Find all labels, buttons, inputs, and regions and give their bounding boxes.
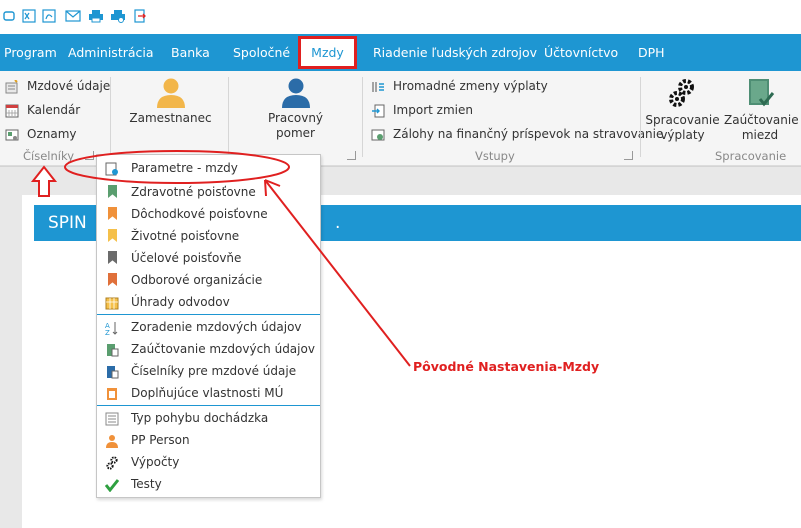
ribbon-separator xyxy=(362,77,363,157)
menu-item-vypocty[interactable]: Výpočty xyxy=(97,451,320,473)
export-icon[interactable] xyxy=(133,9,147,23)
tab-program[interactable]: Program xyxy=(4,34,57,71)
ribbon-separator xyxy=(640,77,641,157)
tab-riadenie-ludskych-zdrojov[interactable]: Riadenie ľudských zdrojov xyxy=(373,34,537,71)
payroll-data-icon xyxy=(5,79,19,94)
tab-dph[interactable]: DPH xyxy=(638,34,665,71)
menu-item-uhrady-odvodov[interactable]: Úhrady odvodov xyxy=(97,291,320,313)
ribbon: Mzdové údaje Kalendár Oznamy Číselníky Z… xyxy=(0,71,801,166)
calendar-icon xyxy=(5,104,19,118)
pracovny-pomer-launcher-icon[interactable] xyxy=(347,151,356,160)
menu-item-ciselniky-pre-mzdove-udaje[interactable]: Číselníky pre mzdové údaje xyxy=(97,360,320,382)
gears-icon xyxy=(105,455,119,470)
group-label-spracovanie: Spracovanie xyxy=(715,149,787,163)
employment-icon xyxy=(258,75,333,111)
email-icon[interactable] xyxy=(65,9,81,23)
ledger-check-icon xyxy=(724,77,796,113)
sort-az-icon: AZ xyxy=(105,320,119,337)
ciselniky-launcher-icon[interactable] xyxy=(85,151,94,160)
pracovny-pomer-button[interactable]: Pracovný pomer xyxy=(258,75,333,141)
calendar-grid-icon xyxy=(105,295,119,310)
menu-separator xyxy=(97,405,320,406)
group-label-vstupy: Vstupy xyxy=(475,149,515,163)
pdf-icon[interactable] xyxy=(42,9,56,23)
svg-text:Z: Z xyxy=(105,329,110,335)
menu-separator xyxy=(97,314,320,315)
menu-item-typ-pohybu-dochadzka[interactable]: Typ pohybu dochádzka xyxy=(97,407,320,429)
zauctovanie-miezd-button[interactable]: Zaúčtovanie miezd xyxy=(724,77,799,143)
excel-icon[interactable] xyxy=(22,9,36,23)
annotation-label: Pôvodné Nastavenia-Mzdy xyxy=(413,359,600,374)
person-icon xyxy=(105,433,119,448)
zamestnanec-button[interactable]: Zamestnanec xyxy=(128,75,213,126)
employee-icon xyxy=(128,75,213,111)
print-icon[interactable] xyxy=(88,9,103,23)
gears-icon xyxy=(645,77,720,113)
settings-icon xyxy=(105,161,119,176)
bookmark-icon xyxy=(105,207,119,221)
checkmark-icon xyxy=(104,477,120,493)
bookmark-icon xyxy=(105,251,119,265)
banner-text-right: . xyxy=(335,213,341,233)
ledger-icon xyxy=(105,342,119,357)
menu-item-ucelove-poistovne[interactable]: Účelové poisťovňe xyxy=(97,247,320,269)
bookmark-icon xyxy=(105,273,119,287)
print-preview-icon[interactable] xyxy=(110,9,125,23)
menu-item-zdravotne-poistovne[interactable]: Zdravotné poisťovne xyxy=(97,181,320,203)
banner-text: SPIN xyxy=(48,213,87,233)
window-icon[interactable] xyxy=(3,9,17,23)
bookmark-icon xyxy=(105,185,119,199)
advance-payment-icon xyxy=(371,128,385,142)
group-label-ciselniky: Číselníky xyxy=(23,149,75,163)
menu-item-pp-person[interactable]: PP Person xyxy=(97,429,320,451)
spracovanie-vyplaty-button[interactable]: Spracovanie výplaty xyxy=(645,77,720,143)
bulk-changes-icon xyxy=(371,80,385,94)
properties-icon xyxy=(105,386,119,400)
tab-uctovnictvo[interactable]: Účtovníctvo xyxy=(544,34,618,71)
notices-icon xyxy=(5,128,19,142)
tab-banka[interactable]: Banka xyxy=(171,34,210,71)
list-icon xyxy=(105,364,119,379)
tab-administracia[interactable]: Administrácia xyxy=(68,34,154,71)
menu-item-dochodkove-poistovne[interactable]: Dôchodkové poisťovne xyxy=(97,203,320,225)
vstupy-launcher-icon[interactable] xyxy=(624,151,633,160)
import-icon xyxy=(371,104,385,118)
bookmark-icon xyxy=(105,229,119,243)
menu-item-zoradenie-mzdovych-udajov[interactable]: AZ Zoradenie mzdových údajov xyxy=(97,316,320,338)
tab-spolocne[interactable]: Spoločné xyxy=(233,34,290,71)
menu-item-testy[interactable]: Testy xyxy=(97,473,320,495)
quick-access-toolbar xyxy=(0,0,801,34)
ciselniky-dropdown-menu: Parametre - mzdy Zdravotné poisťovne Dôc… xyxy=(96,154,321,498)
menu-bar: Program Administrácia Banka Spoločné Mzd… xyxy=(0,34,801,71)
menu-item-parametre-mzdy[interactable]: Parametre - mzdy xyxy=(97,157,320,179)
menu-item-odborove-organizacie[interactable]: Odborové organizácie xyxy=(97,269,320,291)
menu-item-doplnujuce-vlastnosti-mu[interactable]: Doplňujúce vlastnosti MÚ xyxy=(97,382,320,404)
menu-item-zauctovanie-mzdovych-udajov[interactable]: Zaúčtovanie mzdových údajov xyxy=(97,338,320,360)
menu-item-zivotne-poistovne[interactable]: Životné poisťovne xyxy=(97,225,320,247)
list-lines-icon xyxy=(105,411,119,426)
ribbon-separator xyxy=(110,77,111,157)
ribbon-separator xyxy=(228,77,229,157)
tab-mzdy[interactable]: Mzdy xyxy=(298,36,357,69)
